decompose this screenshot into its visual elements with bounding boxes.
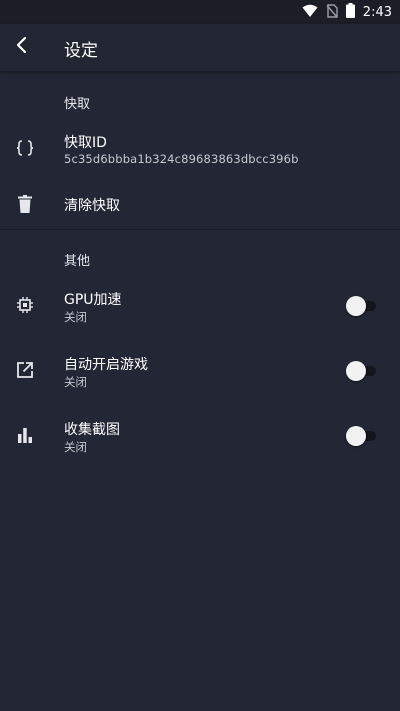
open-external-icon — [15, 360, 35, 380]
page-title: 设定 — [64, 41, 98, 61]
gpu-acceleration-item[interactable]: GPU加速 关闭 — [0, 280, 400, 330]
toggle-thumb — [346, 296, 366, 316]
back-button[interactable] — [6, 31, 38, 63]
status-bar: 2:43 — [0, 0, 400, 24]
gpu-acceleration-title: GPU加速 — [64, 292, 122, 308]
back-arrow-icon — [15, 36, 29, 58]
bar-chart-icon — [15, 425, 35, 445]
gpu-acceleration-toggle[interactable] — [346, 296, 376, 316]
app-bar: 设定 — [0, 24, 400, 71]
auto-start-game-item[interactable]: 自动开启游戏 关闭 — [0, 345, 400, 395]
collect-screenshots-status: 关闭 — [64, 440, 87, 454]
cache-id-title: 快取ID — [64, 135, 107, 151]
braces-icon — [15, 138, 35, 158]
status-icons: 2:43 — [302, 0, 392, 24]
clear-cache-item[interactable]: 清除快取 — [0, 182, 400, 226]
cache-id-item[interactable]: 快取ID 5c35d6bbba1b324c89683863dbcc396b — [0, 122, 400, 174]
collect-screenshots-item[interactable]: 收集截图 关闭 — [0, 410, 400, 460]
section-divider — [0, 229, 400, 230]
section-header-other: 其他 — [64, 254, 91, 269]
collect-screenshots-toggle[interactable] — [346, 426, 376, 446]
section-header-cache: 快取 — [64, 97, 91, 112]
battery-icon — [345, 2, 355, 22]
chip-icon — [15, 295, 35, 315]
auto-start-game-title: 自动开启游戏 — [64, 357, 148, 373]
gpu-acceleration-status: 关闭 — [64, 310, 87, 324]
wifi-icon — [302, 3, 318, 22]
clear-cache-title: 清除快取 — [64, 198, 120, 214]
status-time: 2:43 — [362, 4, 392, 20]
auto-start-game-toggle[interactable] — [346, 361, 376, 381]
no-sim-icon — [326, 3, 338, 22]
auto-start-game-status: 关闭 — [64, 375, 87, 389]
collect-screenshots-title: 收集截图 — [64, 422, 120, 438]
trash-icon — [15, 194, 35, 214]
toggle-thumb — [346, 361, 366, 381]
toggle-thumb — [346, 426, 366, 446]
cache-id-value: 5c35d6bbba1b324c89683863dbcc396b — [64, 152, 299, 166]
